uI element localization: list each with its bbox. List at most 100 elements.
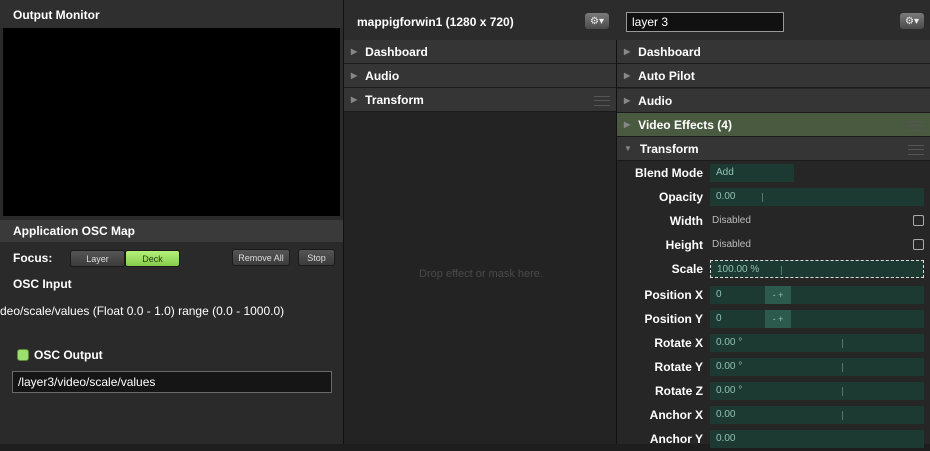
layer-section-transform[interactable]: ▼ Transform: [617, 137, 930, 161]
prop-anchor-x: Anchor X 0.00: [617, 403, 930, 427]
drag-handle-icon[interactable]: [594, 96, 610, 106]
stop-button[interactable]: Stop: [298, 249, 335, 266]
osc-input-label: OSC Input: [13, 277, 72, 291]
prop-label: Width: [669, 214, 703, 228]
output-monitor-title: Output Monitor: [13, 8, 100, 22]
prop-rotate-y: Rotate Y 0.00 °: [617, 355, 930, 379]
prop-label: Rotate X: [654, 336, 703, 350]
collapsed-triangle-icon: ▶: [624, 120, 631, 129]
layer-panel: layer 3 ⚙▾ ▶ Dashboard ▶ Auto Pilot ▶ Audio…: [617, 0, 930, 448]
osc-map-title: Application OSC Map: [13, 224, 136, 238]
drag-handle-icon[interactable]: [908, 121, 924, 131]
prop-label: Rotate Z: [655, 384, 703, 398]
composition-header: mappigforwin1 (1280 x 720) ⚙▾: [344, 0, 618, 40]
osc-map-header: Application OSC Map: [0, 220, 343, 242]
prop-label: Rotate Y: [654, 360, 703, 374]
opacity-slider[interactable]: 0.00: [710, 188, 924, 206]
width-value: Disabled: [712, 215, 751, 226]
prop-label: Anchor Y: [649, 432, 703, 446]
section-label: Auto Pilot: [638, 68, 695, 83]
focus-deck-button[interactable]: Deck: [125, 250, 180, 267]
slider-value: 0.00 °: [716, 385, 743, 396]
position-x-stepper[interactable]: - +: [765, 286, 791, 304]
height-checkbox[interactable]: [913, 239, 924, 250]
slider-value: 0.00: [716, 191, 736, 202]
collapsed-triangle-icon: ▶: [351, 71, 358, 80]
rotate-z-slider[interactable]: 0.00 °: [710, 382, 924, 400]
rotate-y-slider[interactable]: 0.00 °: [710, 358, 924, 376]
anchor-x-slider[interactable]: 0.00: [710, 406, 924, 424]
field-value: 0: [716, 313, 722, 324]
section-label: Transform: [365, 92, 424, 107]
layer-section-auto-pilot[interactable]: ▶ Auto Pilot: [617, 64, 930, 88]
section-label: Audio: [365, 68, 400, 83]
slider-marker: [842, 387, 843, 396]
collapsed-triangle-icon: ▶: [351, 47, 358, 56]
layer-gear-icon[interactable]: ⚙▾: [900, 13, 924, 29]
osc-output-field[interactable]: /layer3/video/scale/values: [12, 371, 332, 393]
prop-label: Position Y: [644, 312, 703, 326]
anchor-y-slider[interactable]: 0.00: [710, 430, 924, 448]
section-label: Audio: [638, 93, 673, 108]
prop-height: Height Disabled: [617, 233, 930, 257]
prop-position-y: Position Y 0 - +: [617, 307, 930, 331]
prop-label: Opacity: [658, 190, 703, 204]
composition-section-audio[interactable]: ▶ Audio: [344, 64, 616, 88]
prop-opacity: Opacity 0.00: [617, 185, 930, 209]
prop-width: Width Disabled: [617, 209, 930, 233]
drop-hint: Drop effect or mask here.: [419, 268, 543, 280]
width-checkbox[interactable]: [913, 215, 924, 226]
output-monitor-screen: [3, 28, 340, 216]
position-x-field[interactable]: 0 - +: [710, 286, 924, 304]
composition-section-dashboard[interactable]: ▶ Dashboard: [344, 40, 616, 64]
scale-slider[interactable]: 100.00 %: [710, 260, 924, 278]
layer-section-audio[interactable]: ▶ Audio: [617, 89, 930, 113]
expanded-triangle-icon: ▼: [624, 144, 632, 153]
prop-label: Anchor X: [649, 408, 703, 422]
section-label: Transform: [639, 141, 699, 156]
slider-marker: [842, 411, 843, 420]
composition-gear-icon[interactable]: ⚙▾: [585, 13, 609, 29]
slider-value: 0.00: [716, 433, 736, 444]
prop-label: Blend Mode: [635, 166, 703, 180]
osc-output-checkbox[interactable]: [17, 349, 29, 361]
drag-handle-icon[interactable]: [908, 145, 924, 155]
height-value: Disabled: [712, 239, 751, 250]
left-panel: Output Monitor Application OSC Map Focus…: [0, 0, 343, 444]
remove-all-button[interactable]: Remove All: [232, 249, 290, 266]
slider-value: 100.00 %: [717, 264, 760, 275]
slider-marker: [842, 363, 843, 372]
section-label: Dashboard: [638, 44, 701, 59]
prop-anchor-y: Anchor Y 0.00: [617, 427, 930, 451]
rotate-x-slider[interactable]: 0.00 °: [710, 334, 924, 352]
focus-layer-button[interactable]: Layer: [70, 250, 125, 267]
layer-section-dashboard[interactable]: ▶ Dashboard: [617, 40, 930, 64]
section-label: Dashboard: [365, 44, 428, 59]
prop-rotate-x: Rotate X 0.00 °: [617, 331, 930, 355]
collapsed-triangle-icon: ▶: [351, 95, 358, 104]
prop-label: Height: [665, 238, 703, 252]
collapsed-triangle-icon: ▶: [624, 71, 631, 80]
slider-marker: [842, 339, 843, 348]
focus-label: Focus:: [13, 251, 53, 265]
blend-mode-dropdown[interactable]: Add: [710, 164, 794, 182]
slider-value: 0.00 °: [716, 361, 743, 372]
slider-value: 0.00 °: [716, 337, 743, 348]
composition-section-transform[interactable]: ▶ Transform: [344, 88, 616, 112]
position-y-stepper[interactable]: - +: [765, 310, 791, 328]
prop-position-x: Position X 0 - +: [617, 283, 930, 307]
composition-panel: mappigforwin1 (1280 x 720) ⚙▾ ▶ Dashboard…: [343, 0, 618, 444]
position-y-field[interactable]: 0 - +: [710, 310, 924, 328]
prop-label: Scale: [671, 262, 703, 276]
prop-label: Position X: [644, 288, 703, 302]
section-label: Video Effects (4): [638, 117, 732, 132]
slider-marker: [781, 266, 782, 275]
slider-value: 0.00: [716, 409, 736, 420]
output-monitor-header: Output Monitor: [0, 0, 343, 28]
prop-rotate-z: Rotate Z 0.00 °: [617, 379, 930, 403]
composition-title: mappigforwin1 (1280 x 720): [357, 15, 514, 29]
collapsed-triangle-icon: ▶: [624, 96, 631, 105]
layer-name-input[interactable]: layer 3: [626, 12, 784, 32]
layer-section-video-effects[interactable]: ▶ Video Effects (4): [617, 113, 930, 137]
slider-marker: [762, 193, 763, 202]
